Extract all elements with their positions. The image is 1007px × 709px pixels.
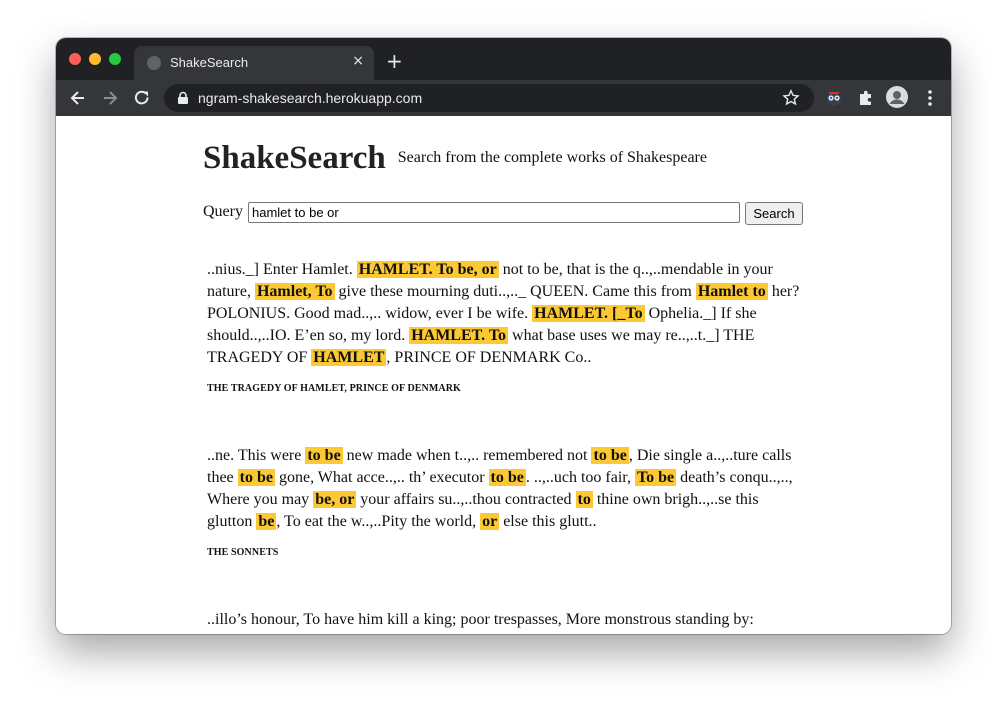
highlighted-match: HAMLET. To be, or: [356, 261, 499, 278]
highlighted-match: to be: [237, 469, 275, 486]
highlighted-match: To be: [634, 469, 677, 486]
address-bar[interactable]: ngram-shakesearch.herokuapp.com: [164, 84, 814, 112]
result-snippet: ..nius._] Enter Hamlet. HAMLET. To be, o…: [207, 259, 807, 369]
page-content: ShakeSearch Search from the complete wor…: [56, 116, 951, 634]
highlighted-match: to: [575, 491, 593, 508]
snippet-text: else this glutt..: [499, 513, 597, 530]
avatar[interactable]: [886, 86, 908, 108]
highlighted-match: to be: [488, 469, 526, 486]
highlighted-match: HAMLET. To: [409, 327, 509, 344]
query-label: Query: [203, 203, 243, 220]
extension-icon[interactable]: [824, 88, 844, 108]
highlighted-match: to be: [305, 447, 343, 464]
highlighted-match: HAMLET: [311, 349, 387, 366]
close-window-button[interactable]: [69, 53, 81, 65]
title-bar: ShakeSearch × +: [56, 38, 951, 80]
star-icon[interactable]: [782, 89, 800, 107]
highlighted-match: Hamlet to: [695, 283, 768, 300]
snippet-text: new made when t..,.. remembered not: [342, 447, 592, 464]
snippet-text: ..nius._] Enter Hamlet.: [207, 261, 357, 278]
new-tab-button[interactable]: +: [386, 51, 403, 71]
back-icon[interactable]: [68, 88, 88, 108]
reload-icon[interactable]: [132, 88, 152, 108]
browser-toolbar: ngram-shakesearch.herokuapp.com: [56, 80, 951, 116]
url-text: ngram-shakesearch.herokuapp.com: [198, 90, 423, 106]
snippet-text: gone, What acce..,.. th’ executor: [274, 469, 489, 486]
highlighted-match: to be: [591, 447, 629, 464]
result-snippet: ..ne. This were to be new made when t..,…: [207, 445, 807, 533]
tab-shakesearch[interactable]: ShakeSearch ×: [134, 46, 374, 80]
puzzle-icon[interactable]: [856, 88, 876, 108]
snippet-text: , To eat the w..,..Pity the world,: [276, 513, 481, 530]
snippet-text: , PRINCE OF DENMARK Co..: [386, 349, 592, 366]
highlighted-match: be, or: [313, 491, 357, 508]
maximize-window-button[interactable]: [109, 53, 121, 65]
browser-window: ShakeSearch × + ngram-shakesearch.heroku…: [56, 38, 951, 634]
page-subtitle: Search from the complete works of Shakes…: [397, 149, 707, 166]
result-work-title: THE TRAGEDY OF HAMLET, PRINCE OF DENMARK: [207, 383, 461, 394]
tab-close-icon[interactable]: ×: [352, 53, 364, 69]
snippet-text: ..illo’s honour, To have him kill a king…: [207, 611, 754, 628]
page-title: ShakeSearch: [203, 140, 386, 176]
tab-title: ShakeSearch: [170, 55, 249, 70]
result-item: ..nius._] Enter Hamlet. HAMLET. To be, o…: [207, 259, 807, 394]
result-snippet: ..illo’s honour, To have him kill a king…: [207, 609, 807, 631]
menu-icon[interactable]: [920, 88, 940, 108]
forward-icon[interactable]: [100, 88, 120, 108]
highlighted-match: be: [256, 513, 277, 530]
result-item: ..illo’s honour, To have him kill a king…: [207, 609, 807, 631]
highlighted-match: Hamlet, To: [254, 283, 335, 300]
snippet-text: give these mourning duti..,.._ QUEEN. Ca…: [334, 283, 696, 300]
page-header: ShakeSearch Search from the complete wor…: [203, 140, 707, 177]
snippet-text: ..ne. This were: [207, 447, 306, 464]
search-button[interactable]: Search: [745, 202, 803, 225]
snippet-text: your affairs su..,..thou contracted: [356, 491, 576, 508]
result-item: ..ne. This were to be new made when t..,…: [207, 445, 807, 558]
minimize-window-button[interactable]: [89, 53, 101, 65]
globe-icon: [147, 56, 161, 70]
search-input[interactable]: [248, 202, 740, 223]
snippet-text: . ..,..uch too fair,: [525, 469, 635, 486]
highlighted-match: or: [480, 513, 500, 530]
highlighted-match: HAMLET. [_To: [532, 305, 645, 322]
result-work-title: THE SONNETS: [207, 547, 279, 558]
lock-icon: [178, 91, 188, 104]
